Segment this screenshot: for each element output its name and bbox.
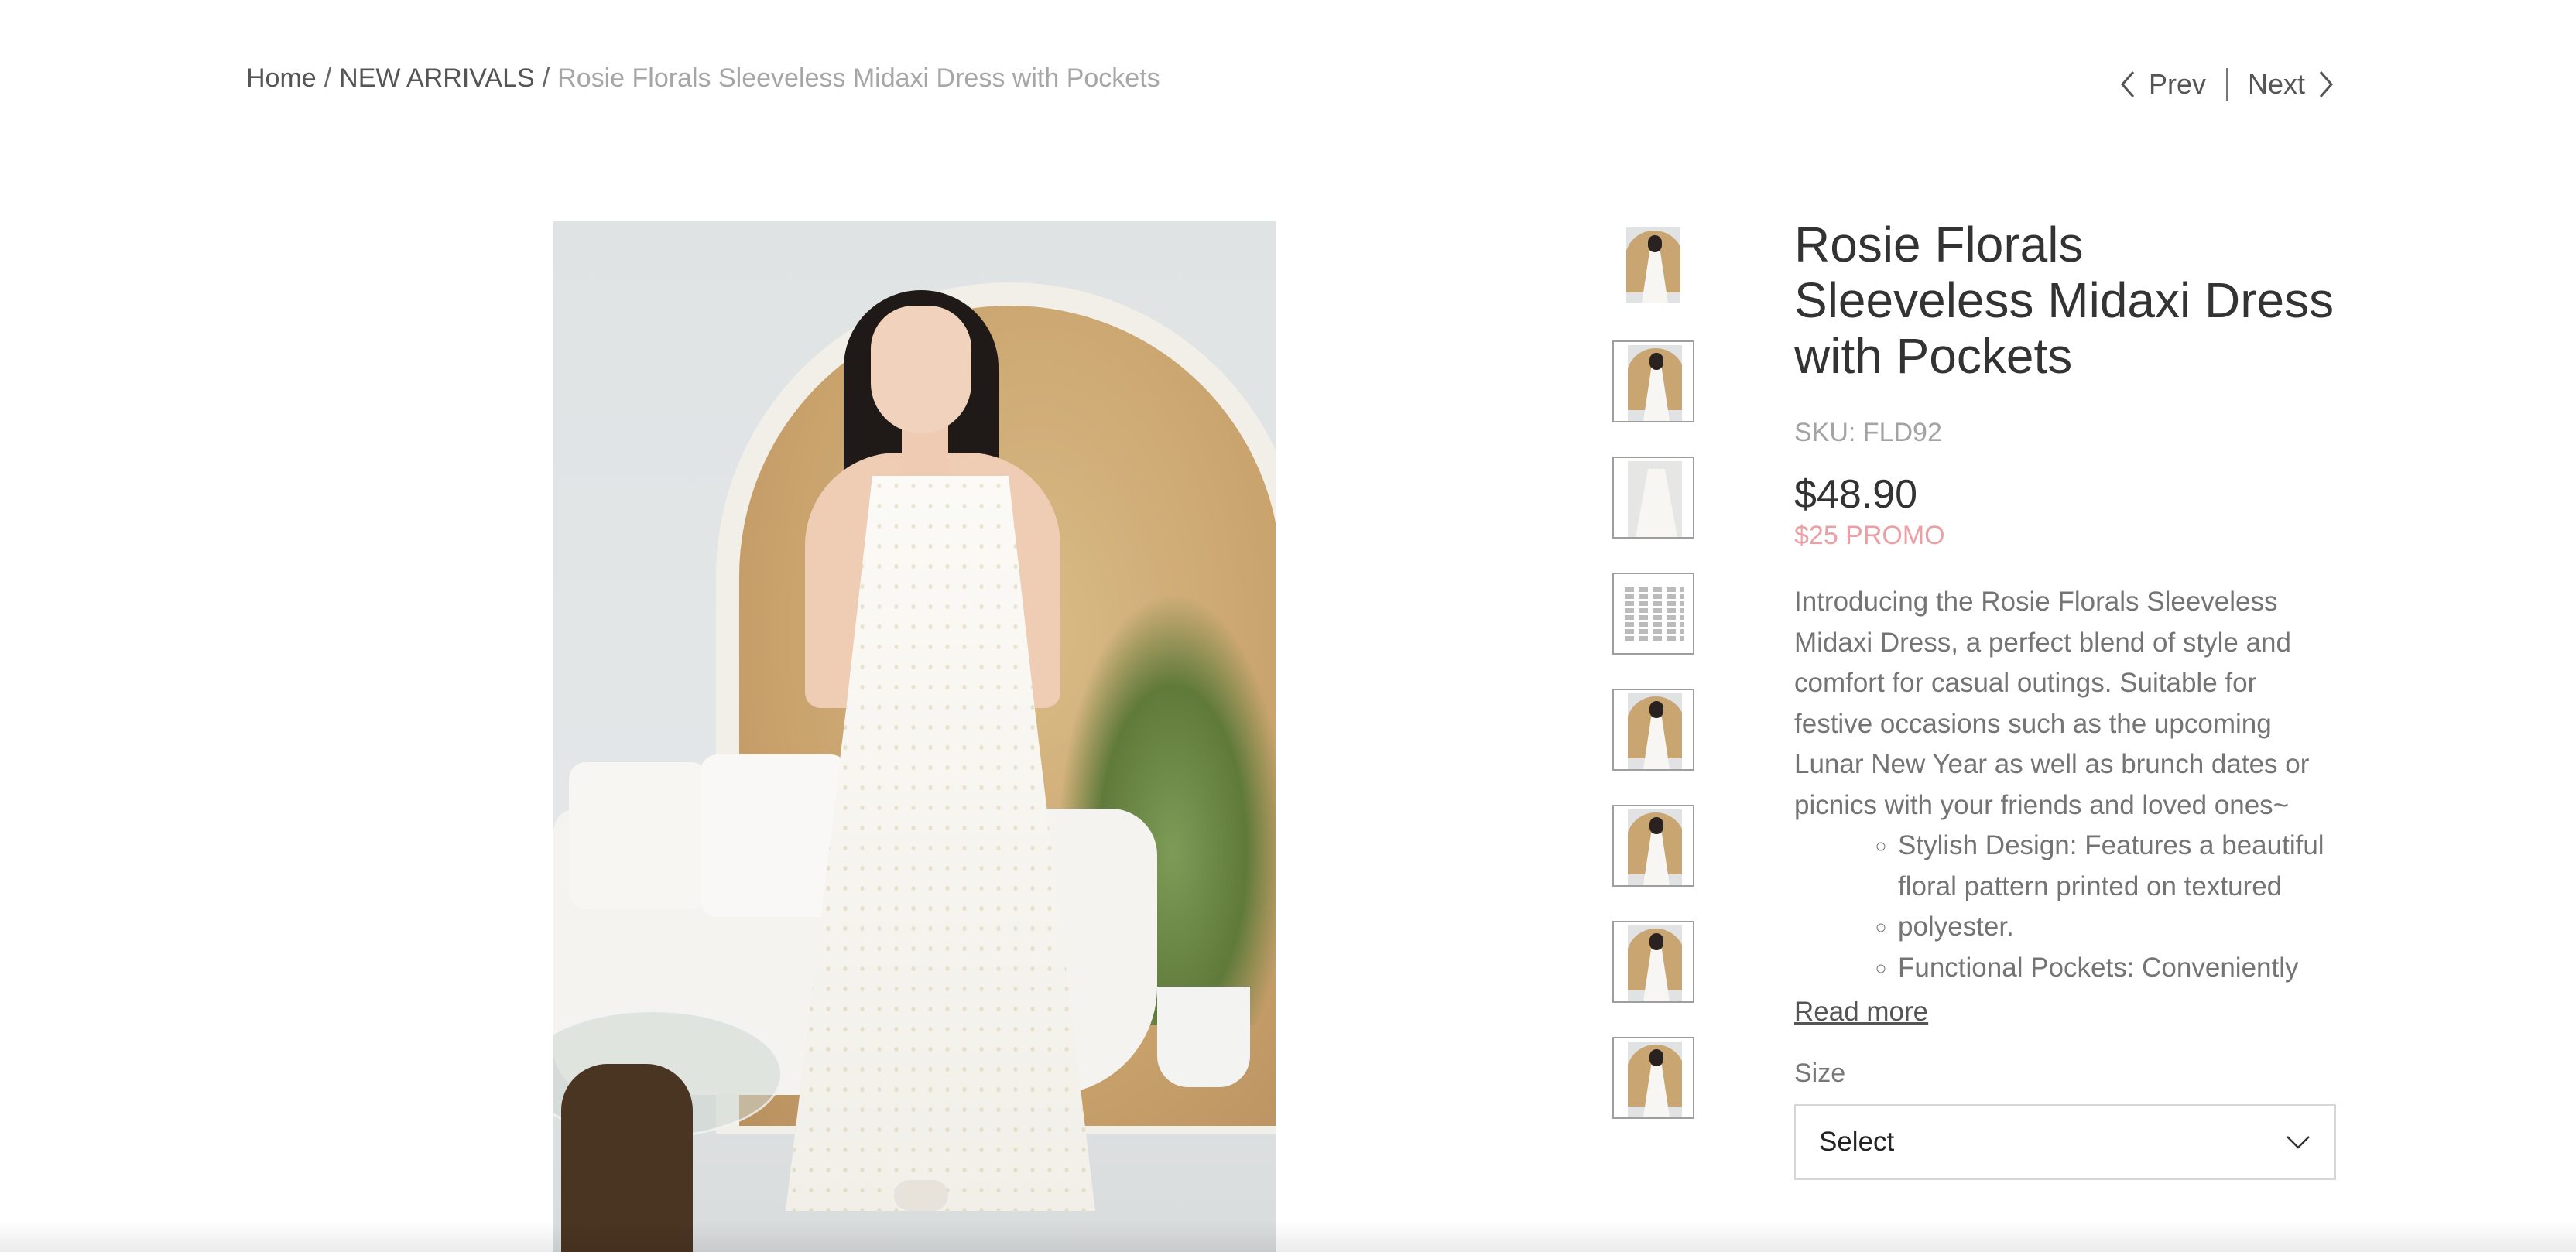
thumbnail[interactable] [1612, 340, 1694, 422]
chevron-down-icon [2287, 1136, 2310, 1149]
prev-label: Prev [2148, 68, 2206, 100]
thumbnail[interactable] [1612, 805, 1694, 887]
thumbnail-image [1628, 925, 1682, 1001]
breadcrumb-separator: / [542, 63, 550, 93]
description-bullet: polyester. [1898, 907, 2336, 948]
thumbnail[interactable] [1612, 921, 1694, 1003]
product-info: Rosie Florals Sleeveless Midaxi Dress wi… [1794, 217, 2336, 1180]
thumbnail-image [1628, 461, 1682, 537]
prev-button[interactable]: Prev [2118, 68, 2206, 101]
image-model-shoe [894, 1180, 948, 1211]
pager-divider [2225, 68, 2228, 101]
thumbnail-image [1628, 693, 1682, 769]
chevron-left-icon [2120, 71, 2135, 97]
description-bullet: Stylish Design: Features a beautiful flo… [1898, 826, 2336, 907]
product-title: Rosie Florals Sleeveless Midaxi Dress wi… [1794, 217, 2334, 384]
thumbnail-image [1628, 345, 1682, 421]
product-pager: Prev Next [2118, 68, 2336, 101]
product-price: $48.90 [1794, 472, 1918, 517]
product-sku: SKU: FLD92 [1794, 418, 1942, 447]
image-cushion [569, 762, 708, 909]
thumbnail-image [1628, 809, 1682, 885]
image-model-face [871, 306, 971, 433]
thumbnail[interactable] [1612, 1037, 1694, 1119]
breadcrumb-category-link[interactable]: NEW ARRIVALS [339, 63, 535, 93]
image-pot [1157, 987, 1250, 1087]
breadcrumb-separator: / [324, 63, 332, 93]
breadcrumb-current: Rosie Florals Sleeveless Midaxi Dress wi… [557, 63, 1160, 93]
description-text: Introducing the Rosie Florals Sleeveless… [1794, 587, 2310, 820]
size-label: Size [1794, 1059, 1846, 1088]
promo-label: $25 PROMO [1794, 521, 1945, 550]
size-select[interactable]: Select [1794, 1104, 2336, 1180]
breadcrumb: Home / NEW ARRIVALS / Rosie Florals Sleevele… [246, 63, 1160, 94]
size-select-value: Select [1819, 1127, 1895, 1157]
description-bullets: Stylish Design: Features a beautiful flo… [1794, 826, 2336, 988]
read-more-link[interactable]: Read more [1794, 997, 1928, 1028]
bottom-shadow [0, 1221, 2576, 1252]
thumbnail[interactable] [1612, 224, 1694, 306]
chevron-right-icon [2319, 71, 2333, 97]
thumbnail-size-chart[interactable] [1612, 573, 1694, 655]
size-chart-image [1622, 585, 1687, 644]
breadcrumb-home-link[interactable]: Home [246, 63, 317, 93]
next-button[interactable]: Next [2248, 68, 2336, 101]
main-product-image[interactable] [553, 221, 1276, 1252]
thumbnail-image [1628, 1042, 1682, 1117]
thumbnail[interactable] [1612, 457, 1694, 539]
description-bullet: Functional Pockets: Conveniently [1898, 948, 2336, 989]
thumbnail-image [1626, 227, 1680, 303]
product-description: Introducing the Rosie Florals Sleeveless… [1794, 582, 2336, 990]
next-label: Next [2247, 68, 2305, 100]
thumbnail[interactable] [1612, 689, 1694, 771]
